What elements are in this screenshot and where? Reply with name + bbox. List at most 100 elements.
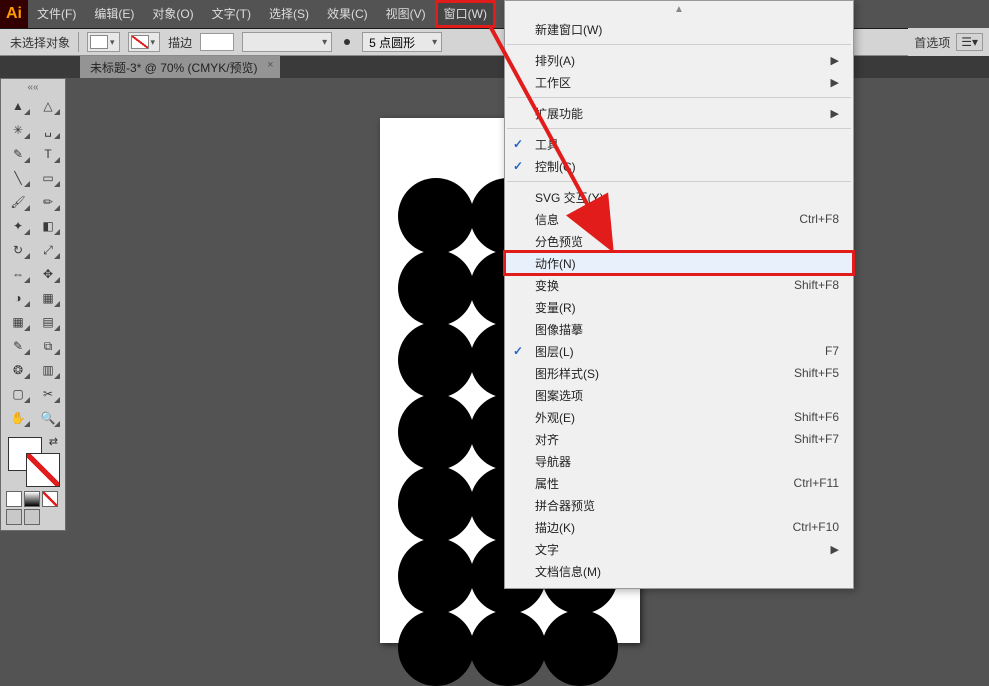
screen-mode-normal[interactable] [6, 509, 22, 525]
window-menu-item-15[interactable]: 变量(R) [505, 296, 853, 318]
menu-item-0[interactable]: 文件(F) [28, 0, 85, 28]
document-tab[interactable]: 未标题-3* @ 70% (CMYK/预览) × [80, 56, 280, 78]
window-menu-item-20[interactable]: 外观(E)Shift+F6 [505, 406, 853, 428]
menu-item-label: 工作区 [535, 74, 571, 91]
window-menu-item-5[interactable]: 扩展功能▶ [505, 102, 853, 124]
menu-item-6[interactable]: 视图(V) [377, 0, 435, 28]
tool-type[interactable]: T [34, 143, 62, 165]
tool-lasso[interactable]: ␣ [34, 119, 62, 141]
menu-item-label: 拼合器预览 [535, 497, 595, 514]
tool-blob-brush[interactable]: ✦ [4, 215, 32, 237]
fill-swatch[interactable]: ▾ [87, 32, 120, 52]
screen-mode-full[interactable] [24, 509, 40, 525]
color-mode-gradient[interactable] [24, 491, 40, 507]
window-menu-item-22[interactable]: 导航器 [505, 450, 853, 472]
tool-eyedropper[interactable]: ✎ [4, 335, 32, 357]
tool-line[interactable]: ╲ [4, 167, 32, 189]
swap-fill-stroke-icon[interactable]: ⇄ [49, 435, 58, 448]
window-menu-item-0[interactable]: 新建窗口(W) [505, 18, 853, 40]
artwork-circle [398, 466, 474, 542]
close-icon[interactable]: × [267, 59, 273, 71]
menu-item-1[interactable]: 编辑(E) [85, 0, 143, 28]
window-menu-item-8[interactable]: ✓控制(C) [505, 155, 853, 177]
window-menu-item-7[interactable]: ✓工具 [505, 133, 853, 155]
check-icon: ✓ [513, 344, 523, 358]
menu-item-label: 工具 [535, 136, 559, 153]
menu-separator [507, 97, 851, 98]
tool-rectangle[interactable]: ▭ [34, 167, 62, 189]
tool-selection[interactable]: ▲ [4, 95, 32, 117]
tool-mesh[interactable]: ▦ [4, 311, 32, 333]
window-menu-item-10[interactable]: SVG 交互(Y) [505, 186, 853, 208]
tool-eraser[interactable]: ◧ [34, 215, 62, 237]
window-menu-item-3[interactable]: 工作区 ▶ [505, 71, 853, 93]
menu-scroll-up-icon[interactable]: ▲ [505, 4, 853, 18]
menu-item-4[interactable]: 选择(S) [260, 0, 318, 28]
menu-item-7[interactable]: 窗口(W) [435, 0, 496, 28]
stroke-weight-input[interactable] [200, 33, 234, 51]
menu-shortcut: Ctrl+F11 [794, 476, 839, 490]
window-menu-item-14[interactable]: 变换Shift+F8 [505, 274, 853, 296]
tool-symbol-sprayer[interactable]: ❂ [4, 359, 32, 381]
no-selection-label: 未选择对象 [10, 34, 70, 51]
tool-column-graph[interactable]: ▥ [34, 359, 62, 381]
submenu-arrow-icon: ▶ [831, 76, 839, 89]
window-menu-item-26[interactable]: 文字▶ [505, 538, 853, 560]
window-menu-item-16[interactable]: 图像描摹 [505, 318, 853, 340]
tool-artboard[interactable]: ▢ [4, 383, 32, 405]
tool-blend[interactable]: ⧉ [34, 335, 62, 357]
tool-gradient[interactable]: ▤ [34, 311, 62, 333]
menu-item-5[interactable]: 效果(C) [318, 0, 377, 28]
window-menu-item-2[interactable]: 排列(A)▶ [505, 49, 853, 71]
stroke-label: 描边 [168, 34, 192, 51]
window-menu-item-12[interactable]: 分色预览 [505, 230, 853, 252]
color-mode-solid[interactable] [6, 491, 22, 507]
window-menu-item-25[interactable]: 描边(K)Ctrl+F10 [505, 516, 853, 538]
menu-item-label: 动作(N) [535, 255, 576, 272]
artwork-circle [470, 610, 546, 686]
color-mode-none[interactable] [42, 491, 58, 507]
brush-dropdown[interactable]: 5 点圆形 [362, 32, 442, 52]
tool-free-transform[interactable]: ✥ [34, 263, 62, 285]
window-menu-item-24[interactable]: 拼合器预览 [505, 494, 853, 516]
tool-zoom[interactable]: 🔍 [34, 407, 62, 429]
brush-dot-icon [344, 39, 350, 45]
menu-shortcut: Shift+F7 [794, 432, 839, 446]
window-menu-item-23[interactable]: 属性Ctrl+F11 [505, 472, 853, 494]
menu-item-label: 变量(R) [535, 299, 576, 316]
stroke-swatch[interactable]: ▾ [128, 32, 161, 52]
tool-direct-selection[interactable]: △ [34, 95, 62, 117]
menu-item-label: 分色预览 [535, 233, 583, 250]
artwork-circle [398, 250, 474, 326]
window-menu-dropdown: ▲ 新建窗口(W)排列(A)▶工作区▶扩展功能▶✓工具✓控制(C)SVG 交互(… [504, 0, 854, 589]
window-menu-item-19[interactable]: 图案选项 [505, 384, 853, 406]
menu-item-label: SVG 交互(Y) [535, 189, 604, 206]
window-menu-item-11[interactable]: 信息Ctrl+F8 [505, 208, 853, 230]
tool-slice[interactable]: ✂ [34, 383, 62, 405]
window-menu-item-21[interactable]: 对齐Shift+F7 [505, 428, 853, 450]
window-menu-item-18[interactable]: 图形样式(S)Shift+F5 [505, 362, 853, 384]
tool-width[interactable]: ⇔ [4, 263, 32, 285]
tool-perspective[interactable]: ▦ [34, 287, 62, 309]
tool-pencil[interactable]: ✏ [34, 191, 62, 213]
tool-hand[interactable]: ✋ [4, 407, 32, 429]
tool-paintbrush[interactable]: 🖌 [4, 191, 32, 213]
window-menu-item-17[interactable]: ✓图层(L)F7 [505, 340, 853, 362]
toolbox-grip[interactable]: «« [4, 82, 62, 95]
menu-item-label: 导航器 [535, 453, 571, 470]
window-menu-item-13[interactable]: 动作(N) [505, 252, 853, 274]
tool-pen[interactable]: ✎ [4, 143, 32, 165]
stroke-color-icon[interactable] [26, 453, 60, 487]
tool-shape-builder[interactable]: ◑ [4, 287, 32, 309]
tool-magic-wand[interactable]: ✳ [4, 119, 32, 141]
stroke-profile-dropdown[interactable] [242, 32, 332, 52]
tool-rotate[interactable]: ↻ [4, 239, 32, 261]
menu-item-3[interactable]: 文字(T) [203, 0, 260, 28]
prefs-label[interactable]: 首选项 [914, 34, 950, 51]
menu-item-label: 图层(L) [535, 343, 574, 360]
menu-item-2[interactable]: 对象(O) [143, 0, 202, 28]
tool-scale[interactable]: ⤢ [34, 239, 62, 261]
panel-menu-icon[interactable]: ☰▾ [956, 33, 983, 51]
window-menu-item-27[interactable]: 文档信息(M) [505, 560, 853, 582]
fill-stroke-control[interactable]: ⇄ [4, 435, 62, 485]
